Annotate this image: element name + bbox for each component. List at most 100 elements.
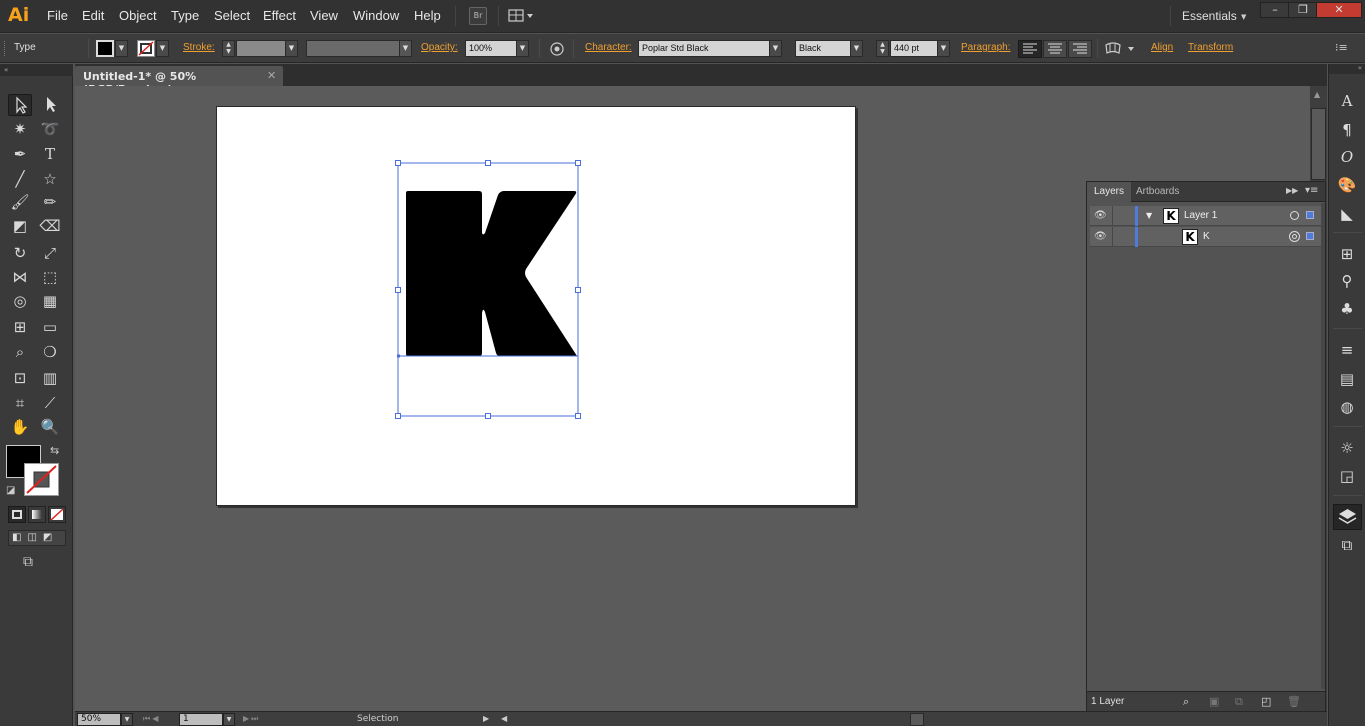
eye-icon[interactable]: 👁	[1094, 231, 1107, 242]
layer-row[interactable]: 👁 ▼ K Layer 1	[1090, 206, 1321, 226]
delete-layer-icon[interactable]: 🗑	[1287, 695, 1301, 708]
mesh-tool-icon[interactable]: ⊞	[8, 316, 32, 338]
artboard-dropdown[interactable]: ▼	[223, 713, 235, 726]
stroke-weight-stepper[interactable]: ▲ ▼	[222, 40, 235, 57]
variable-width-field[interactable]	[306, 40, 400, 57]
align-panel-link[interactable]: Align	[1151, 42, 1173, 53]
object-name[interactable]: K	[1203, 231, 1210, 242]
drawing-modes[interactable]: ◧◫◩	[8, 530, 66, 546]
artboard[interactable]	[216, 106, 856, 506]
blend-tool-icon[interactable]: ❍	[38, 341, 62, 363]
recolor-button[interactable]	[549, 42, 565, 57]
variable-width-dropdown[interactable]: ▼	[399, 40, 412, 57]
menu-edit[interactable]: Edit	[82, 8, 104, 23]
target-icon[interactable]	[1290, 211, 1299, 220]
create-sublayer-icon[interactable]: ⧉	[1235, 695, 1243, 709]
close-tab-icon[interactable]: ✕	[267, 69, 276, 82]
artboard-tool-icon[interactable]: ⌗	[8, 392, 32, 414]
fill-dropdown[interactable]: ▼	[115, 40, 128, 57]
align-right-button[interactable]	[1068, 40, 1092, 58]
shape-builder-tool-icon[interactable]: ◎	[8, 290, 32, 312]
glyph-k-shape[interactable]	[406, 191, 577, 356]
opacity-panel-link[interactable]: Opacity:	[421, 42, 458, 53]
menu-select[interactable]: Select	[214, 8, 250, 23]
stroke-dropdown[interactable]: ▼	[156, 40, 169, 57]
paragraph-panel-icon[interactable]: ¶	[1336, 120, 1358, 140]
font-size-stepper[interactable]: ▲ ▼	[876, 40, 889, 57]
pencil-tool-icon[interactable]: ✏	[38, 191, 62, 213]
paintbrush-tool-icon[interactable]: 🖌	[8, 191, 32, 213]
locate-object-icon[interactable]: ⌕	[1183, 695, 1189, 709]
menu-file[interactable]: File	[47, 8, 68, 23]
gradient-mode-button[interactable]	[28, 506, 46, 523]
zoom-field[interactable]: 50%	[77, 713, 121, 726]
artboards-panel-icon[interactable]: ⧉	[1336, 535, 1358, 555]
graphic-styles-panel-icon[interactable]: ◲	[1336, 466, 1358, 486]
blob-brush-tool-icon[interactable]: ◩	[8, 215, 32, 237]
transform-panel-link[interactable]: Transform	[1188, 42, 1233, 53]
transparency-panel-icon[interactable]: ◍	[1336, 397, 1358, 417]
color-mode-button[interactable]	[8, 506, 26, 523]
make-clipping-mask-icon[interactable]: ▣	[1209, 695, 1219, 708]
color-panel-icon[interactable]: 🎨	[1336, 175, 1358, 195]
envelope-warp-button[interactable]	[1104, 41, 1138, 57]
zoom-dropdown[interactable]: ▼	[121, 713, 133, 726]
menu-help[interactable]: Help	[414, 8, 441, 23]
color-guide-panel-icon[interactable]: ◣	[1336, 204, 1358, 224]
gradient-panel-icon[interactable]: ▤	[1336, 369, 1358, 389]
collapse-panel-icon[interactable]: ▶▶	[1286, 186, 1298, 195]
opacity-dropdown[interactable]: ▼	[516, 40, 529, 57]
first-previous-artboard-icon[interactable]: ⏮◀	[143, 714, 160, 724]
tab-layers[interactable]: Layers	[1087, 182, 1132, 202]
default-fill-stroke-icon[interactable]: ◪	[6, 485, 15, 496]
column-graph-tool-icon[interactable]: ▥	[38, 367, 62, 389]
slice-tool-icon[interactable]: ⟋	[38, 392, 62, 414]
align-center-button[interactable]	[1043, 40, 1067, 58]
symbol-sprayer-tool-icon[interactable]: ⊡	[8, 367, 32, 389]
menu-object[interactable]: Object	[119, 8, 157, 23]
none-mode-button[interactable]	[48, 506, 66, 523]
stroke-weight-field[interactable]	[236, 40, 286, 57]
selection-indicator[interactable]	[1306, 211, 1314, 219]
lasso-tool-icon[interactable]: ➰	[38, 118, 62, 140]
tools-panel-header[interactable]: «	[0, 64, 73, 76]
font-size-dropdown[interactable]: ▼	[937, 40, 950, 57]
disclosure-triangle-icon[interactable]: ▼	[1146, 211, 1152, 220]
vertical-scroll-thumb[interactable]	[1311, 108, 1326, 180]
horizontal-scroll-thumb[interactable]	[910, 713, 924, 726]
workspace-switcher[interactable]: Essentials	[1182, 9, 1237, 23]
brushes-panel-icon[interactable]: ⚲	[1336, 271, 1358, 291]
maximize-button[interactable]: ❐	[1288, 2, 1318, 18]
eraser-tool-icon[interactable]: ⌫	[38, 215, 62, 237]
next-last-artboard-icon[interactable]: ▶⏭	[243, 714, 260, 724]
pen-tool-icon[interactable]: ✒	[8, 143, 32, 165]
minimize-button[interactable]: –	[1260, 2, 1290, 18]
stroke-swatch[interactable]	[137, 40, 155, 57]
selection-tool-icon[interactable]	[8, 94, 32, 116]
character-panel-link[interactable]: Character:	[585, 42, 632, 53]
font-family-dropdown[interactable]: ▼	[769, 40, 782, 57]
magic-wand-tool-icon[interactable]: ✷	[8, 118, 32, 140]
font-style-field[interactable]: Black	[795, 40, 851, 57]
eyedropper-tool-icon[interactable]: ⌕	[8, 341, 32, 363]
close-button[interactable]: ✕	[1316, 2, 1362, 18]
type-tool-icon[interactable]: T	[38, 143, 62, 165]
stroke-weight-dropdown[interactable]: ▼	[285, 40, 298, 57]
status-menu-arrow-icon[interactable]: ▶	[483, 714, 489, 723]
line-segment-tool-icon[interactable]: ╱	[8, 168, 32, 190]
layer-name[interactable]: Layer 1	[1184, 210, 1217, 221]
scale-tool-icon[interactable]: ⤢	[38, 242, 62, 264]
menu-view[interactable]: View	[310, 8, 338, 23]
sublayer-row[interactable]: 👁 K K	[1090, 227, 1321, 247]
panel-menu-icon[interactable]: ▾≡	[1305, 185, 1318, 196]
paragraph-panel-link[interactable]: Paragraph:	[961, 42, 1010, 53]
menu-effect[interactable]: Effect	[263, 8, 296, 23]
symbols-panel-icon[interactable]: ♣	[1336, 299, 1358, 319]
scroll-up-icon[interactable]: ▲	[1314, 90, 1320, 99]
scroll-left-icon[interactable]: ◀	[501, 714, 507, 723]
font-size-field[interactable]: 440 pt	[890, 40, 938, 57]
stroke-panel-icon[interactable]: ≡	[1336, 340, 1358, 360]
selection-indicator[interactable]	[1306, 232, 1314, 240]
free-transform-tool-icon[interactable]: ⬚	[38, 266, 62, 288]
layers-panel-button[interactable]	[1333, 504, 1362, 530]
